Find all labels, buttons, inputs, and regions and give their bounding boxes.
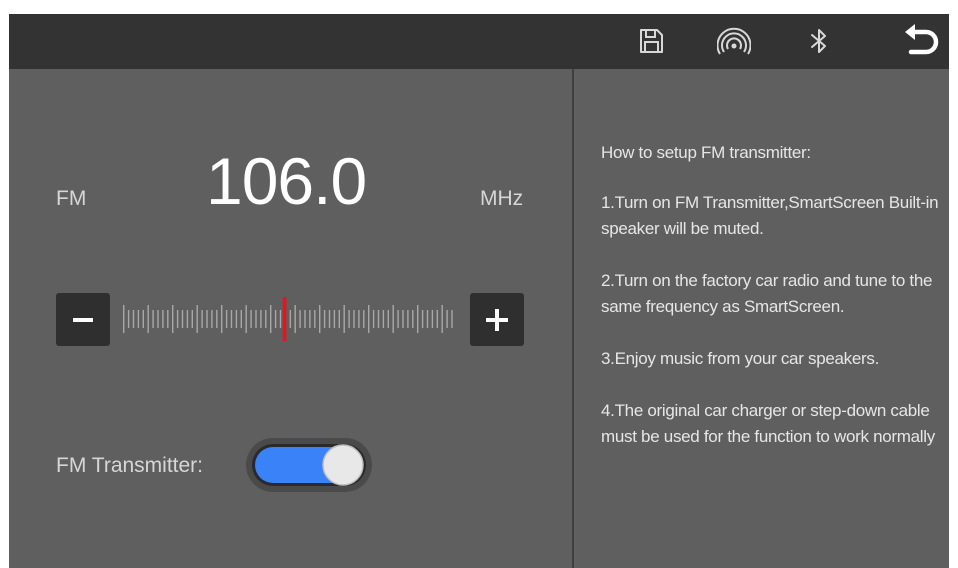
minus-icon [73, 317, 93, 322]
tuner-tick [353, 310, 355, 328]
tuner-tick [358, 310, 360, 328]
tuner-tick [260, 310, 262, 328]
tuner-tick [421, 310, 424, 328]
plus-icon [486, 308, 508, 331]
tuner-tick [348, 310, 350, 328]
tuner-tick [431, 310, 434, 328]
tuner-tick [382, 310, 385, 328]
tuner-tick [162, 310, 164, 328]
tuner-tick [333, 310, 336, 328]
frequency-tuner-scale[interactable] [115, 295, 465, 343]
tuner-tick [436, 310, 438, 328]
tuner-tick [127, 310, 130, 328]
tuner-tick [132, 310, 135, 328]
tuner-tick [255, 310, 257, 328]
tuner-tick [304, 310, 306, 328]
bluetooth-icon[interactable] [802, 24, 836, 58]
tuner-tick [157, 310, 159, 328]
tuner-tick [147, 305, 149, 333]
tuner-tick [412, 310, 414, 328]
fm-transmitter-screen: FM 106.0 MHz FM Transmitter: How to setu… [9, 14, 949, 568]
tuner-tick [196, 305, 198, 333]
help-step-2: 2.Turn on the factory car radio and tune… [601, 271, 933, 316]
tuner-tick [137, 310, 140, 328]
tuner-needle[interactable] [282, 297, 287, 341]
tuner-tick [377, 310, 380, 328]
help-title: How to setup FM transmitter: [601, 143, 811, 162]
tuner-tick [451, 310, 453, 328]
help-step-3: 3.Enjoy music from your car speakers. [601, 349, 880, 368]
tuner-tick [274, 310, 277, 328]
tuner-tick [216, 310, 218, 328]
tuner-tick [235, 310, 238, 328]
tuner-tick [142, 310, 144, 328]
tuner-tick [279, 310, 282, 328]
tuner-tick [211, 310, 213, 328]
tuner-tick [299, 310, 301, 328]
tuner-tick [152, 310, 154, 328]
tuner-tick [186, 310, 189, 328]
back-icon[interactable] [902, 22, 942, 62]
tuner-tick [368, 305, 370, 333]
tuner-tick [314, 310, 316, 328]
tuner-tick [338, 310, 340, 328]
tuner-tick [221, 305, 223, 333]
tuner-tick [387, 310, 389, 328]
tuner-tick [402, 310, 404, 328]
tuner-tick [270, 305, 272, 333]
tuner-tick [407, 310, 409, 328]
tuner-tick [181, 310, 184, 328]
tuner-tick [172, 305, 174, 333]
tuner-tick [176, 310, 179, 328]
unit-label: MHz [480, 187, 524, 210]
tuner-tick [294, 305, 296, 333]
top-bar [9, 14, 949, 69]
tuner-tick [343, 305, 345, 333]
tuner-tick [417, 305, 419, 333]
tuner-tick [372, 310, 375, 328]
tuner-tick [441, 305, 443, 333]
signal-icon[interactable] [717, 24, 751, 58]
tuner-tick [426, 310, 429, 328]
increase-frequency-button[interactable] [470, 293, 524, 346]
frequency-display: 106.0 [206, 144, 367, 218]
tuner-tick [363, 310, 365, 328]
band-label: FM [56, 187, 87, 210]
tuner-tick [240, 310, 242, 328]
help-step-1: 1.Turn on FM Transmitter,SmartScreen Bui… [601, 193, 939, 238]
decrease-frequency-button[interactable] [56, 293, 110, 346]
tuner-tick [309, 310, 311, 328]
tuner-tick [191, 310, 193, 328]
tuner-tick [392, 305, 394, 333]
tuner-tick [289, 310, 291, 328]
tuner-tick [230, 310, 233, 328]
tuner-tick [167, 310, 169, 328]
tuner-tick [328, 310, 331, 328]
tuner-tick [323, 310, 326, 328]
tuner-tick [201, 310, 203, 328]
tuner-tick [265, 310, 267, 328]
tuner-tick [245, 305, 247, 333]
radio-panel: FM 106.0 MHz FM Transmitter: [9, 69, 572, 568]
tuner-tick [123, 305, 125, 333]
tuner-tick [206, 310, 208, 328]
tuner-tick [319, 305, 321, 333]
tuner-tick [250, 310, 252, 328]
tuner-tick [225, 310, 228, 328]
save-icon[interactable] [634, 24, 668, 58]
fm-transmitter-label: FM Transmitter: [56, 454, 204, 477]
help-step-4: 4.The original car charger or step-down … [601, 401, 935, 446]
tuner-tick [397, 310, 399, 328]
help-panel: How to setup FM transmitter: 1.Turn on F… [574, 69, 949, 568]
tuner-tick [446, 310, 448, 328]
fm-transmitter-toggle[interactable] [245, 437, 373, 493]
